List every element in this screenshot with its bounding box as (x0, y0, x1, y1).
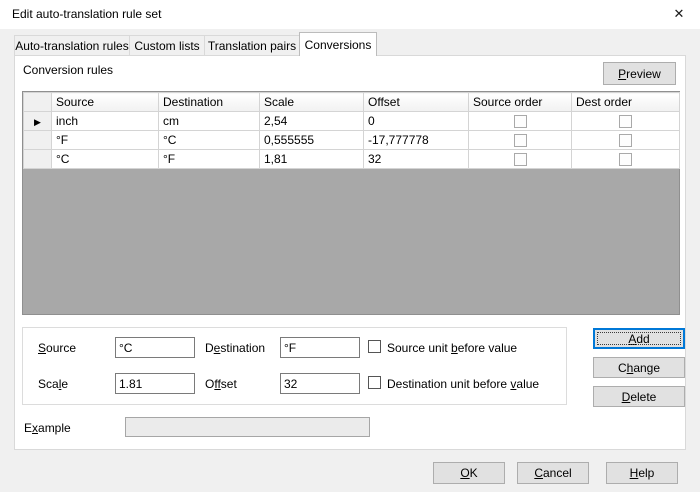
example-field (125, 417, 370, 437)
offset-label: Offset (205, 377, 237, 391)
cell-source[interactable]: °C (52, 150, 159, 169)
preview-button[interactable]: Preview (603, 62, 676, 85)
column-header-scale[interactable]: Scale (260, 93, 364, 112)
title-bar: Edit auto-translation rule set ✕ (0, 0, 700, 29)
destination-unit-before-value-checkbox[interactable] (368, 376, 381, 389)
destination-label: Destination (205, 341, 265, 355)
scale-input[interactable] (115, 373, 195, 394)
dest-order-checkbox[interactable] (619, 115, 632, 128)
cell-source[interactable]: inch (52, 112, 159, 131)
cell-dest-order (572, 150, 680, 169)
cell-offset[interactable]: 0 (364, 112, 469, 131)
tab-label: Custom lists (134, 39, 199, 53)
help-button[interactable]: Help (606, 462, 678, 484)
cell-destination[interactable]: °F (159, 150, 260, 169)
destination-unit-before-value-label[interactable]: Destination unit before value (387, 377, 539, 391)
delete-button[interactable]: Delete (593, 386, 685, 407)
column-header-source[interactable]: Source (52, 93, 159, 112)
source-unit-before-value-checkbox[interactable] (368, 340, 381, 353)
ok-button[interactable]: OK (433, 462, 505, 484)
cell-source[interactable]: °F (52, 131, 159, 150)
add-button[interactable]: Add (593, 328, 685, 349)
source-order-checkbox[interactable] (514, 134, 527, 147)
conversion-rules-label: Conversion rules (23, 63, 113, 77)
source-order-checkbox[interactable] (514, 115, 527, 128)
close-button[interactable]: ✕ (664, 2, 694, 26)
source-label: Source (38, 341, 76, 355)
column-header-dest-order[interactable]: Dest order (572, 93, 680, 112)
column-header-destination[interactable]: Destination (159, 93, 260, 112)
grid-row-1: ▶ inch cm 2,54 0 (24, 112, 680, 131)
tab-label: Translation pairs (208, 39, 296, 53)
source-input[interactable] (115, 337, 195, 358)
cell-dest-order (572, 131, 680, 150)
tab-custom-lists[interactable]: Custom lists (129, 35, 205, 56)
edit-auto-translation-dialog: Edit auto-translation rule set ✕ Auto-tr… (0, 0, 700, 492)
dest-order-checkbox[interactable] (619, 153, 632, 166)
grid-corner-header[interactable] (24, 93, 52, 112)
source-order-checkbox[interactable] (514, 153, 527, 166)
dest-order-checkbox[interactable] (619, 134, 632, 147)
current-row-indicator-icon: ▶ (34, 117, 41, 127)
source-unit-before-value-label[interactable]: Source unit before value (387, 341, 517, 355)
row-header-1[interactable]: ▶ (24, 112, 52, 131)
cancel-button[interactable]: Cancel (517, 462, 589, 484)
grid-row-2: °F °C 0,555555 -17,777778 (24, 131, 680, 150)
tab-auto-translation-rules[interactable]: Auto-translation rules (14, 35, 130, 56)
cell-source-order (469, 150, 572, 169)
row-header-2[interactable] (24, 131, 52, 150)
conversion-rules-grid: Source Destination Scale Offset Source o… (22, 91, 680, 315)
tab-conversions[interactable]: Conversions (299, 32, 377, 56)
cell-offset[interactable]: 32 (364, 150, 469, 169)
scale-label: Scale (38, 377, 68, 391)
cell-source-order (469, 112, 572, 131)
grid-header-row: Source Destination Scale Offset Source o… (24, 93, 680, 112)
tab-label: Conversions (305, 38, 372, 52)
cell-offset[interactable]: -17,777778 (364, 131, 469, 150)
column-header-source-order[interactable]: Source order (469, 93, 572, 112)
example-label: Example (24, 421, 71, 435)
row-header-3[interactable] (24, 150, 52, 169)
cell-scale[interactable]: 1,81 (260, 150, 364, 169)
cell-dest-order (572, 112, 680, 131)
window-title: Edit auto-translation rule set (12, 7, 161, 21)
cell-source-order (469, 131, 572, 150)
offset-input[interactable] (280, 373, 360, 394)
tab-label: Auto-translation rules (15, 39, 128, 53)
cell-scale[interactable]: 0,555555 (260, 131, 364, 150)
grid-row-3: °C °F 1,81 32 (24, 150, 680, 169)
cell-destination[interactable]: °C (159, 131, 260, 150)
destination-input[interactable] (280, 337, 360, 358)
column-header-offset[interactable]: Offset (364, 93, 469, 112)
change-button[interactable]: Change (593, 357, 685, 378)
tab-translation-pairs[interactable]: Translation pairs (204, 35, 300, 56)
close-icon: ✕ (674, 6, 685, 22)
cell-destination[interactable]: cm (159, 112, 260, 131)
cell-scale[interactable]: 2,54 (260, 112, 364, 131)
